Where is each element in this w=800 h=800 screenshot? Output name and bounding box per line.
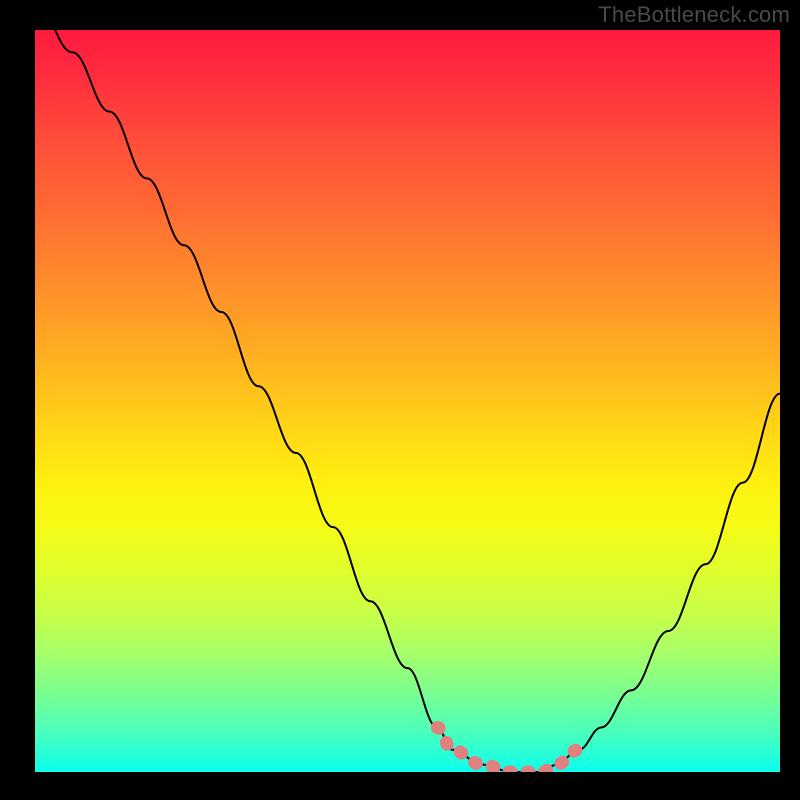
- chart-svg: [35, 30, 780, 772]
- bottleneck-curve: [35, 30, 780, 772]
- watermark-text: TheBottleneck.com: [598, 2, 790, 28]
- plot-area: [35, 30, 780, 772]
- highlight-band: [437, 728, 579, 773]
